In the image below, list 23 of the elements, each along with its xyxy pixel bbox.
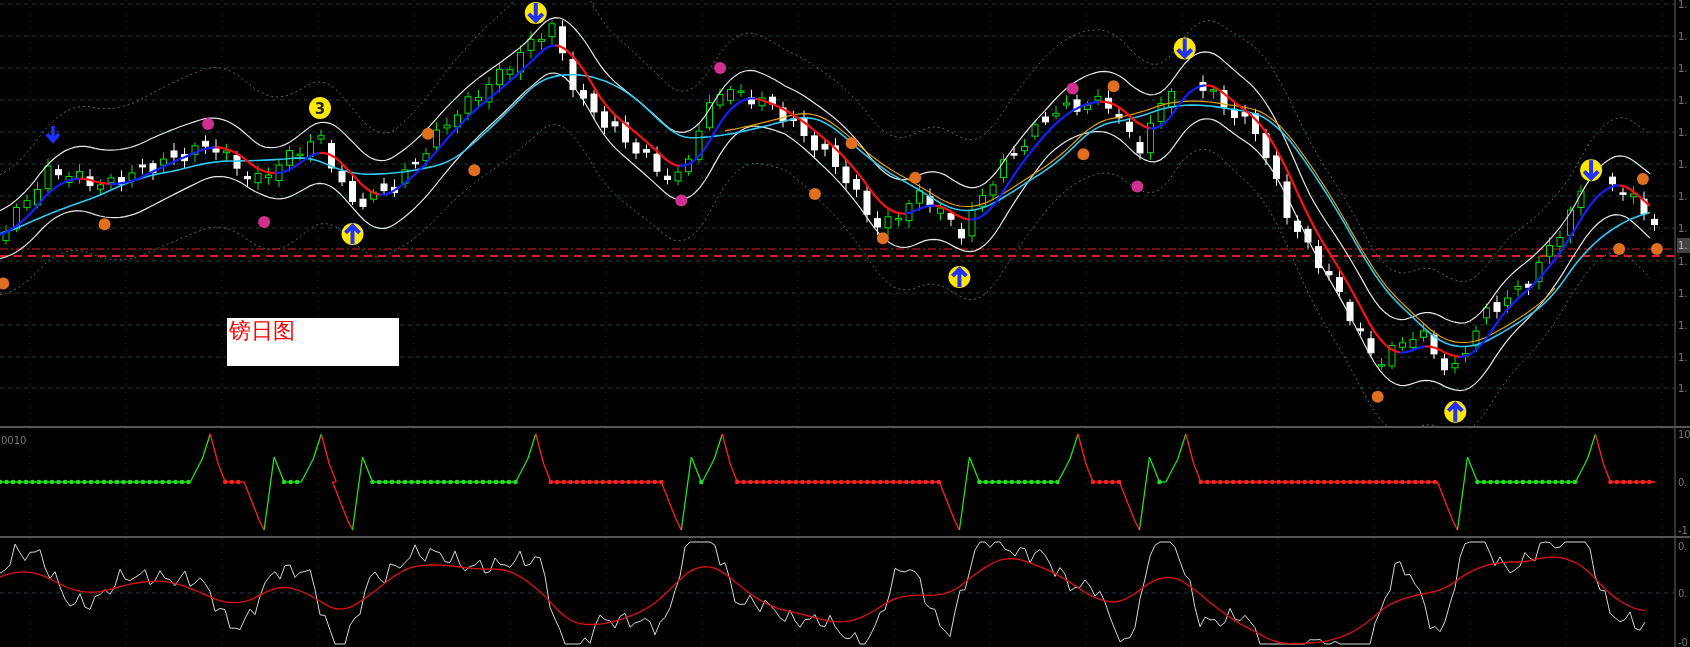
axis-label: -0: [1678, 637, 1688, 647]
indicator-title: 0010: [1, 435, 27, 446]
axis-label: 10: [1678, 429, 1690, 440]
axis-label: 1.: [1678, 320, 1688, 331]
current-price-label: 1.: [1677, 238, 1690, 253]
axis-label: 1.: [1678, 223, 1688, 234]
axis-label: 1.: [1678, 159, 1688, 170]
axis-label: 1.: [1678, 191, 1688, 202]
axis-label: 0.: [1678, 588, 1688, 599]
axis-label: 1.: [1678, 0, 1688, 10]
axis-label: 1.: [1678, 256, 1688, 267]
axis-label: 0.: [1678, 477, 1688, 488]
axis-label: 0.: [1678, 541, 1688, 552]
chart-label: 镑日图: [227, 318, 399, 366]
axis-label: 1.: [1678, 288, 1688, 299]
axis-label: 1.: [1678, 63, 1688, 74]
axis-label: 1.: [1678, 383, 1688, 394]
axis-label: 1.: [1678, 31, 1688, 42]
axis-label: -1: [1678, 525, 1688, 536]
axis-label: 1.: [1678, 352, 1688, 363]
axis-label: 1.: [1678, 127, 1688, 138]
number-badge: 3: [309, 97, 331, 119]
axis-label: 1.: [1678, 95, 1688, 106]
